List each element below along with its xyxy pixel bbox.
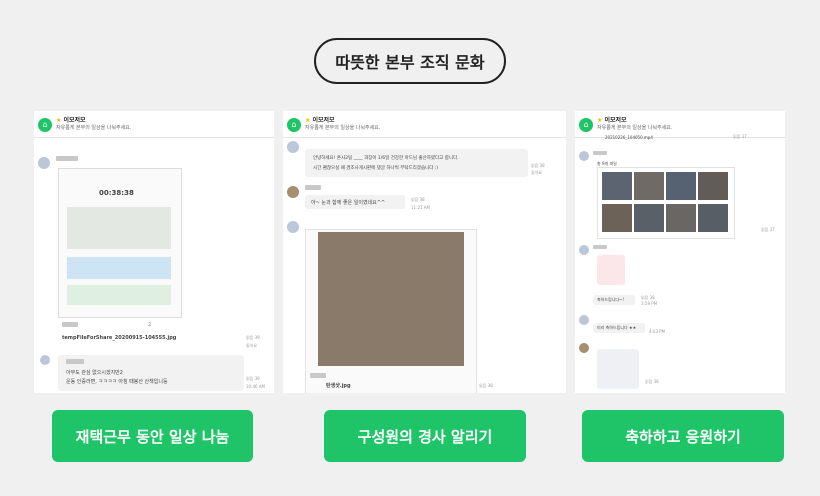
baby-photo — [318, 232, 464, 366]
star-icon: ★ — [597, 117, 603, 124]
read-count: 읽음 38 — [411, 197, 425, 202]
stats-image — [67, 285, 171, 305]
message-bubble: 축하드립니다~! — [593, 295, 635, 305]
avatar — [287, 186, 299, 198]
avatar — [579, 343, 589, 353]
gallery-photo — [634, 204, 664, 232]
message-text: 시간 괜찮으실 때 경조사게시판에 댓글 하나씩 부탁드리겠습니다 :) — [313, 166, 439, 171]
chart-image — [67, 257, 171, 279]
congratulate-button[interactable]: 축하하고 응원하기 — [582, 410, 784, 462]
channel-name: 이모저모 — [312, 117, 335, 124]
file-name[interactable]: 탄생샷.jpg — [326, 382, 351, 389]
message-text: 아~ 눈과 함께 좋은 일이였네요^^ — [311, 200, 386, 206]
avatar — [38, 157, 50, 169]
remote-work-sharing-button[interactable]: 재택근무 동안 일상 나눔 — [52, 410, 253, 462]
blurred-name — [305, 185, 321, 190]
shared-image[interactable]: 00:38:38 — [58, 168, 182, 318]
avatar — [40, 355, 50, 365]
screenshot-card-congratulations: ⌂ ★ 이모저모 자유롭게 본부의 일상을 나눠주세요. 20210226_10… — [575, 111, 785, 393]
star-icon: ★ — [305, 117, 311, 124]
reply-count[interactable]: 2 — [148, 322, 151, 328]
avatar — [579, 315, 589, 325]
message-text: 미리 축하드립니다 ★★ — [597, 325, 637, 330]
like-button[interactable]: 좋아요 — [246, 343, 257, 349]
blurred-name — [66, 359, 84, 364]
blurred-name — [593, 151, 607, 155]
channel-header: ⌂ ★ 이모저모 자유롭게 본부의 일상을 나눠주세요. — [34, 111, 274, 138]
read-count: 읽음 38 — [645, 379, 659, 384]
map-image — [67, 207, 171, 249]
button-label: 구성원의 경사 알리기 — [357, 427, 493, 446]
screenshot-card-remote-work: ⌂ ★ 이모저모 자유롭게 본부의 일상을 나눠주세요. 00:38:38 te… — [34, 111, 274, 393]
message-bubble: 안녕하세요! 존사2팀 ____ 과장이 1/6일 건강한 아드님 출산하였다고… — [305, 149, 528, 177]
channel-header: ⌂ ★ 이모저모 자유롭게 본부의 일상을 나눠주세요. — [283, 111, 566, 138]
blurred-caption — [62, 322, 78, 327]
read-count: 읽음 39 — [246, 335, 260, 340]
channel-name: 이모저모 — [604, 117, 627, 124]
blurred-name — [56, 156, 78, 161]
like-button[interactable]: 좋아요 — [531, 170, 542, 176]
read-count: 읽음 38 — [531, 163, 545, 168]
timestamp: 11:21 AM — [411, 205, 430, 210]
blurred-name — [593, 245, 607, 249]
channel-name: 이모저모 — [63, 117, 86, 124]
congrats-illustration — [597, 349, 639, 389]
message-text: 안녕하세요! 존사2팀 ____ 과장이 1/6일 건강한 아드님 출산하였다고… — [313, 156, 459, 161]
channel-desc: 자유롭게 본부의 일상을 나눠주세요. — [305, 125, 381, 131]
read-count: 읽음 37 — [733, 134, 747, 139]
avatar — [287, 221, 299, 233]
gallery-photo — [602, 204, 632, 232]
channel-desc: 자유롭게 본부의 일상을 나눠주세요. — [56, 125, 132, 131]
channel-logo-icon: ⌂ — [38, 118, 52, 132]
message-text: 축하드립니다~! — [597, 297, 625, 302]
button-label: 재택근무 동안 일상 나눔 — [75, 427, 230, 446]
screenshot-card-celebration-news: ⌂ ★ 이모저모 자유롭게 본부의 일상을 나눠주세요. 안녕하세요! 존사2팀… — [283, 111, 566, 393]
read-count: 읽음 39 — [246, 376, 260, 381]
gallery-photo — [698, 172, 728, 200]
read-count: 읽음 37 — [761, 227, 775, 232]
reply-text: 운동 인증라면, ㅋㅋㅋㅋ 아침 때봉산 산책입니둥 — [66, 379, 168, 385]
photo-gallery[interactable] — [597, 167, 735, 239]
page-title: 따뜻한 본부 조직 문화 — [314, 38, 506, 84]
gallery-photo — [602, 172, 632, 200]
reply-bubble: 아무도 관심 없으시겠지만2 운동 인증라면, ㅋㅋㅋㅋ 아침 때봉산 산책입니… — [58, 355, 244, 391]
gallery-photo — [666, 172, 696, 200]
member-news-button[interactable]: 구성원의 경사 알리기 — [324, 410, 526, 462]
channel-desc: 자유롭게 본부의 일상을 나눠주세요. — [597, 125, 673, 131]
avatar — [579, 151, 589, 161]
avatar — [287, 141, 299, 153]
shared-image[interactable]: 탄생샷.jpg — [305, 229, 477, 393]
file-name[interactable]: tempFileForShare_20200915-104555.jpg — [62, 335, 176, 341]
reply-text: 아무도 관심 없으시겠지만2 — [66, 370, 123, 376]
timestamp: 10:46 AM — [246, 384, 265, 389]
workout-time: 00:38:38 — [99, 189, 134, 197]
button-label: 축하하고 응원하기 — [625, 427, 741, 446]
timestamp: 4:03 PM — [649, 329, 666, 334]
channel-logo-icon: ⌂ — [287, 118, 301, 132]
channel-header: ⌂ ★ 이모저모 자유롭게 본부의 일상을 나눠주세요. — [575, 111, 785, 138]
read-count: 읽음 38 — [479, 383, 493, 388]
channel-logo-icon: ⌂ — [579, 118, 593, 132]
file-name[interactable]: 20210226_104050.mp4 — [605, 135, 653, 140]
gallery-photo — [698, 204, 728, 232]
gallery-photo — [666, 204, 696, 232]
message-bubble: 미리 축하드립니다 ★★ — [593, 323, 645, 333]
star-icon: ★ — [56, 117, 62, 124]
blurred-caption — [310, 373, 326, 378]
gallery-photo — [634, 172, 664, 200]
message-bubble: 아~ 눈과 함께 좋은 일이였네요^^ — [305, 195, 405, 209]
congrats-sticker — [597, 255, 625, 285]
avatar — [579, 245, 589, 255]
timestamp: 3:59 PM — [641, 301, 658, 306]
